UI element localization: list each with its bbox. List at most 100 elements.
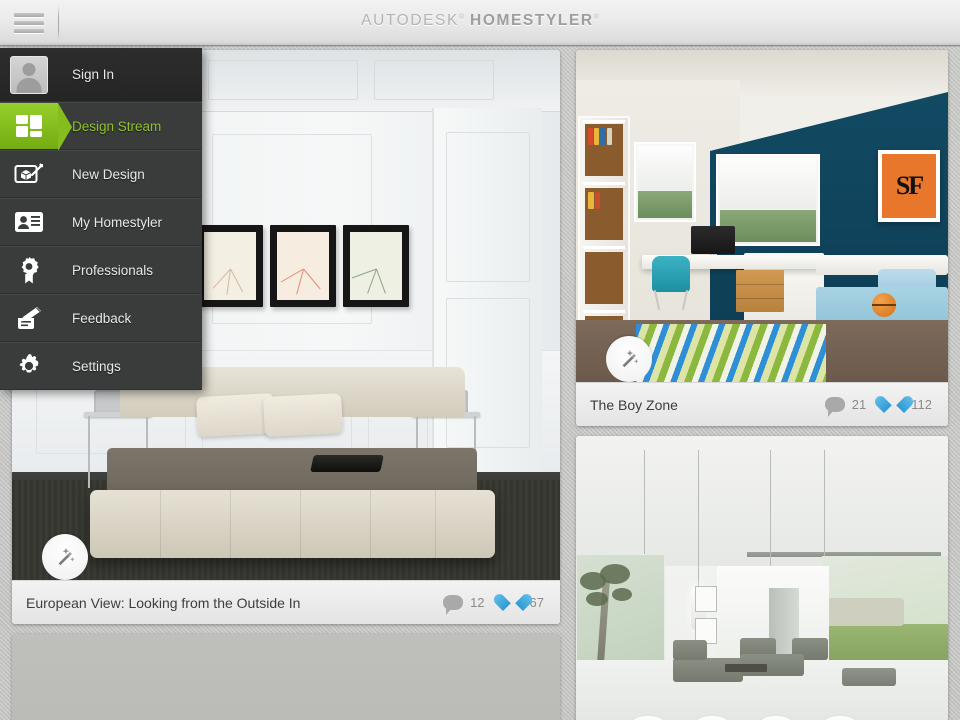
glass-wall-right xyxy=(821,556,948,662)
bed-tray xyxy=(310,455,384,472)
award-ribbon-icon xyxy=(18,256,40,284)
sidebar-item-my-homestyler[interactable]: My Homestyler xyxy=(0,198,202,246)
book xyxy=(588,192,594,209)
sidebar-item-professionals[interactable]: Professionals xyxy=(0,246,202,294)
sidebar-item-label: Feedback xyxy=(72,310,132,326)
heart-icon xyxy=(884,396,904,414)
pillow xyxy=(263,392,343,438)
pen-scroll-icon xyxy=(14,306,44,330)
new-design-icon-cell xyxy=(0,151,58,197)
feedback-icon-cell xyxy=(0,295,58,341)
box-pen-icon xyxy=(14,162,44,186)
sf-giants-poster: SF xyxy=(878,150,940,222)
professionals-icon-cell xyxy=(0,247,58,293)
like-count-value: 112 xyxy=(911,397,932,412)
sign-in-icon-cell xyxy=(0,48,58,101)
door-panel xyxy=(446,132,530,282)
ottoman xyxy=(841,668,896,686)
sidebar-item-label: Sign In xyxy=(72,67,115,82)
framed-artwork xyxy=(197,225,263,307)
sidebar-item-label: Settings xyxy=(72,358,121,374)
book xyxy=(595,192,600,209)
sidebar-item-settings[interactable]: Settings xyxy=(0,342,202,390)
card-stats: 21 112 xyxy=(824,396,948,417)
sidebar-item-label: Professionals xyxy=(72,262,154,278)
sidebar-item-sign-in[interactable]: Sign In xyxy=(0,48,202,102)
id-card-icon xyxy=(14,211,44,233)
courtyard-tree xyxy=(578,558,648,663)
comment-count-value: 12 xyxy=(470,595,485,610)
framed-artwork xyxy=(270,225,336,307)
window-glass xyxy=(638,190,692,218)
brand-main-mark: ® xyxy=(593,13,599,21)
magic-wand-icon[interactable] xyxy=(42,534,88,580)
design-card[interactable]: SF The Boy Zone 21 112 xyxy=(576,50,948,426)
comment-count[interactable]: 21 xyxy=(824,397,866,417)
book xyxy=(607,128,612,145)
design-title: European View: Looking from the Outside … xyxy=(26,594,301,611)
chair-leg xyxy=(88,416,90,488)
artwork-line xyxy=(303,269,321,290)
design-title: The Boy Zone xyxy=(590,396,678,413)
magic-wand-icon[interactable] xyxy=(606,336,652,382)
design-card[interactable] xyxy=(576,436,948,720)
book xyxy=(600,128,606,145)
foliage xyxy=(600,564,630,584)
shelf-back xyxy=(585,252,623,304)
book xyxy=(588,128,593,145)
gear-icon xyxy=(16,353,42,379)
roller-shade xyxy=(638,146,692,191)
artwork-line xyxy=(376,269,386,294)
app-title: AUTODESK® HOMESTYLER® xyxy=(0,12,960,30)
foliage xyxy=(612,588,632,601)
app-root: AUTODESK® HOMESTYLER® European View: Loo… xyxy=(0,0,960,720)
comment-count[interactable]: 12 xyxy=(443,595,485,615)
lawn xyxy=(821,623,948,662)
window-left xyxy=(634,142,696,222)
sofa-backrest xyxy=(672,640,707,660)
comment-bubble-icon xyxy=(443,595,464,615)
sidebar-item-design-stream[interactable]: Design Stream xyxy=(0,102,202,151)
card-stats: 12 67 xyxy=(443,594,560,615)
artwork-line xyxy=(230,269,244,293)
card-footer: European View: Looking from the Outside … xyxy=(12,580,560,624)
sidebar-item-feedback[interactable]: Feedback xyxy=(0,294,202,342)
design-card-placeholder[interactable] xyxy=(12,634,560,720)
roller-shade xyxy=(720,158,816,210)
top-bar: AUTODESK® HOMESTYLER® xyxy=(0,0,960,47)
my-homestyler-icon-cell xyxy=(0,199,58,245)
poster-artwork: SF xyxy=(882,154,936,218)
brand-main: HOMESTYLER xyxy=(470,12,594,29)
artwork-canvas xyxy=(204,232,256,300)
computer-monitor xyxy=(691,226,735,254)
pendant-cord xyxy=(698,450,699,590)
foliage xyxy=(586,592,608,606)
comment-bubble-icon xyxy=(824,397,845,417)
wood-drawer-unit xyxy=(736,270,784,312)
sidebar-item-label: Design Stream xyxy=(72,118,162,134)
card-footer: The Boy Zone 21 112 xyxy=(576,382,948,426)
like-count[interactable]: 112 xyxy=(884,396,932,414)
design-photo[interactable]: SF xyxy=(576,50,948,382)
main-menu-sidebar: Sign In Design Stream New Design My Home… xyxy=(0,48,202,390)
like-count[interactable]: 67 xyxy=(503,594,544,612)
sidebar-item-label: New Design xyxy=(72,166,145,182)
artwork-canvas xyxy=(277,232,329,300)
ceiling xyxy=(576,436,948,566)
design-stream-icon-cell xyxy=(0,103,72,151)
book xyxy=(594,128,599,145)
artwork-canvas xyxy=(350,232,402,300)
settings-icon-cell xyxy=(0,343,58,389)
design-photo[interactable] xyxy=(576,436,948,720)
boy-room-scene-image: SF xyxy=(576,50,948,382)
bed-platform xyxy=(90,490,495,558)
basketball xyxy=(872,293,896,317)
framed-art xyxy=(695,586,718,612)
framed-artwork xyxy=(343,225,409,307)
heart-icon xyxy=(503,594,523,612)
ceiling-panel xyxy=(374,60,494,100)
garden-wall xyxy=(825,598,904,626)
sidebar-item-new-design[interactable]: New Design xyxy=(0,150,202,198)
brand-prefix: AUTODESK xyxy=(361,12,459,29)
chevron-rug xyxy=(636,324,826,382)
